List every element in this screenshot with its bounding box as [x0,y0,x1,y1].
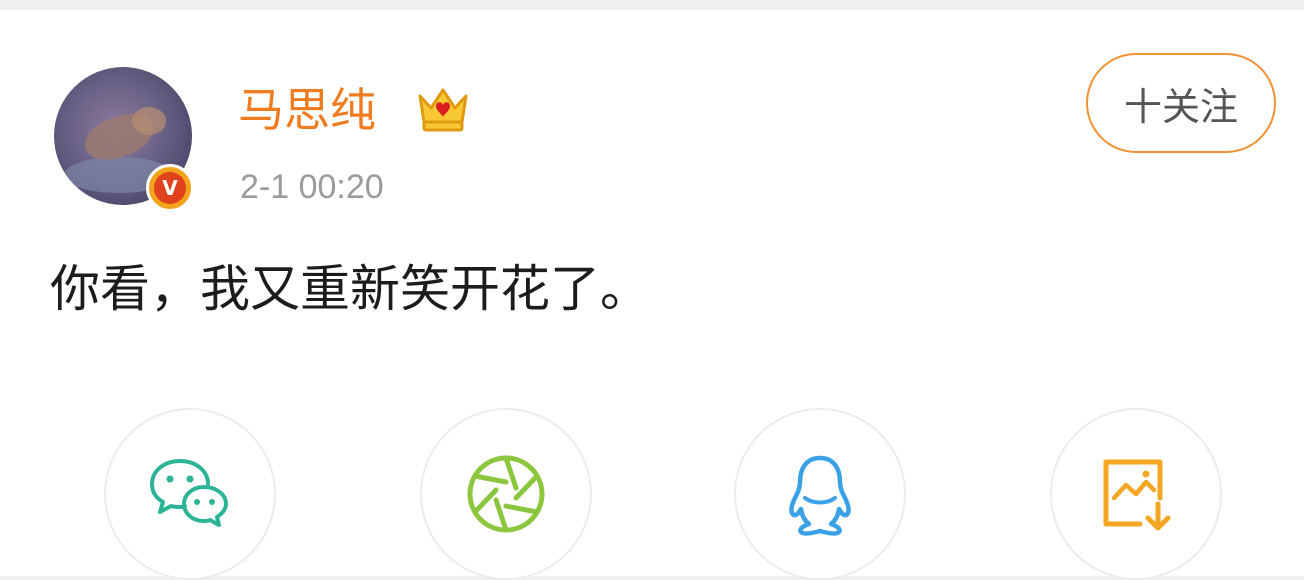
crown-icon [418,88,468,132]
share-qq-button[interactable] [734,408,906,580]
qq-penguin-icon [789,455,851,536]
post-timestamp: 2-1 00:20 [240,168,384,206]
share-wechat-button[interactable] [104,408,276,580]
username[interactable]: 马思纯 [238,80,376,140]
wechat-icon [150,459,228,527]
moments-aperture-icon [467,455,545,533]
post-content: 你看，我又重新笑开花了。 [50,260,650,318]
share-moments-button[interactable] [420,408,592,580]
verified-badge-icon: V [146,164,194,212]
verified-badge-label: V [154,172,186,204]
save-image-button[interactable] [1050,408,1222,580]
weibo-post-card: V 马思纯 2-1 00:20 十关注 你看，我又重新笑开花了。 [0,10,1304,580]
follow-button[interactable]: 十关注 [1086,53,1276,153]
save-image-icon [1103,459,1171,531]
avatar-image-part [132,107,166,135]
